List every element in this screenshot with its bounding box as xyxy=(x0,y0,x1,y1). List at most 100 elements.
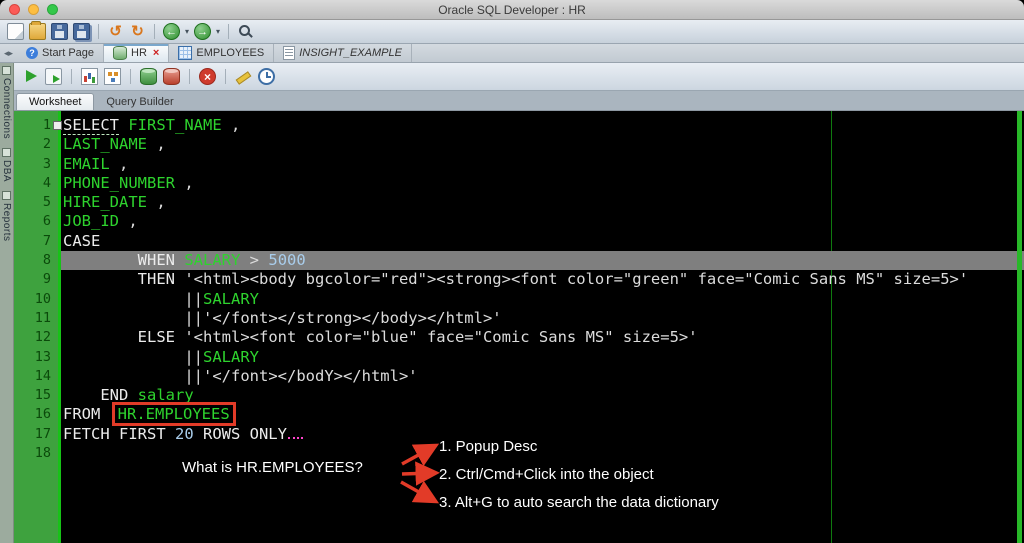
window-title: Oracle SQL Developer : HR xyxy=(438,2,586,17)
app-window: Oracle SQL Developer : HR ▾▾ ◂▸ Start Pa… xyxy=(0,0,1024,543)
redo-icon[interactable] xyxy=(129,21,146,40)
minimize-window-icon[interactable] xyxy=(28,4,39,15)
worksheet-panel: Worksheet Query Builder 1 SELECT FIRST_NA… xyxy=(14,63,1024,543)
rollback-icon[interactable] xyxy=(163,68,180,85)
tab-worksheet[interactable]: Worksheet xyxy=(16,93,95,110)
line-number: 8 xyxy=(42,252,51,269)
code-line-11[interactable]: 11 ||'</font></strong></body></html>' xyxy=(14,309,1024,328)
line-number: 18 xyxy=(34,445,51,462)
dock-tab-dba[interactable]: DBA xyxy=(1,148,12,182)
dropdown-icon[interactable]: ▾ xyxy=(185,27,189,36)
editor-left-bar xyxy=(58,111,61,543)
cancel-icon[interactable] xyxy=(199,68,216,85)
new-file-icon[interactable] xyxy=(7,23,24,40)
line-number: 5 xyxy=(42,194,51,211)
explain-plan-icon[interactable] xyxy=(104,68,121,85)
code-line-4[interactable]: 4 PHONE_NUMBER , xyxy=(14,174,1024,193)
code-line-17[interactable]: 17 FETCH FIRST 20 ROWS ONLY xyxy=(14,425,1024,444)
code-text: LAST_NAME , xyxy=(63,135,166,154)
dock-strip: Connections DBA Reports xyxy=(0,63,14,543)
code-text: ||'</font></strong></body></html>' xyxy=(184,308,502,327)
code-line-9[interactable]: 9 THEN '<html><body bgcolor="red"><stron… xyxy=(14,270,1024,289)
zoom-window-icon[interactable] xyxy=(47,4,58,15)
code-line-5[interactable]: 5 HIRE_DATE , xyxy=(14,193,1024,212)
editor-scrollbar[interactable] xyxy=(1017,111,1022,543)
code-line-18[interactable]: 18 xyxy=(14,444,1024,463)
line-number: 11 xyxy=(34,309,51,326)
code-line-14[interactable]: 14 ||'</font></bodY></html>' xyxy=(14,367,1024,386)
dock-tab-icon xyxy=(2,191,11,201)
code-line-1[interactable]: 1 SELECT FIRST_NAME , xyxy=(14,116,1024,135)
code-line-12[interactable]: 12 ELSE '<html><font color="blue" face="… xyxy=(14,328,1024,347)
search-db-icon[interactable] xyxy=(237,23,254,40)
line-number: 15 xyxy=(34,387,51,404)
open-folder-icon[interactable] xyxy=(29,21,46,40)
undo-icon[interactable] xyxy=(107,21,124,40)
dock-tab-reports[interactable]: Reports xyxy=(1,191,12,242)
worksheet-tab-row: Worksheet Query Builder xyxy=(14,91,1024,111)
code-line-16[interactable]: 16 FROM HR.EMPLOYEES xyxy=(14,402,1024,427)
code-text: ||'</font></bodY></html>' xyxy=(184,366,418,385)
code-line-6[interactable]: 6 JOB_ID , xyxy=(14,212,1024,231)
tab-label: EMPLOYEES xyxy=(196,47,265,59)
close-tab-icon[interactable]: × xyxy=(153,47,159,59)
tab-list-icon[interactable]: ◂▸ xyxy=(0,44,17,62)
code-text: ||SALARY xyxy=(184,347,259,366)
fold-marker-icon[interactable] xyxy=(53,121,62,130)
dock-tab-label: DBA xyxy=(1,160,12,183)
main-toolbar: ▾▾ xyxy=(0,20,1024,44)
run-statement-icon[interactable] xyxy=(22,68,39,85)
close-window-icon[interactable] xyxy=(9,4,20,15)
back-icon[interactable] xyxy=(163,23,180,40)
line-number: 1 xyxy=(42,117,51,133)
sql-editor[interactable]: 1 SELECT FIRST_NAME , 2 LAST_NAME , 3 EMAIL ,… xyxy=(14,111,1024,543)
code-line-10[interactable]: 10 ||SALARY xyxy=(14,290,1024,309)
run-script-icon[interactable] xyxy=(45,68,62,85)
code-text: THEN '<html><body bgcolor="red"><strong>… xyxy=(137,270,969,289)
tab-insight-example[interactable]: INSIGHT_EXAMPLE xyxy=(274,44,412,62)
code-lines: 1 SELECT FIRST_NAME , 2 LAST_NAME , 3 EMAIL ,… xyxy=(14,111,1024,543)
code-text: ||SALARY xyxy=(184,289,259,308)
dropdown-icon[interactable]: ▾ xyxy=(216,27,220,36)
code-text: PHONE_NUMBER , xyxy=(63,173,194,192)
database-icon xyxy=(113,46,128,60)
dock-tab-connections[interactable]: Connections xyxy=(1,66,12,139)
tab-hr[interactable]: HR × xyxy=(104,44,170,62)
code-line-7[interactable]: 7 CASE xyxy=(14,232,1024,251)
toolbar-separator xyxy=(228,24,230,39)
document-tab-bar: ◂▸ Start Page HR × EMPLOYEES INSIGHT_EXA… xyxy=(0,44,1024,63)
dock-tab-label: Reports xyxy=(1,203,12,242)
save-icon[interactable] xyxy=(51,23,68,40)
history-icon[interactable] xyxy=(258,68,275,85)
autotrace-icon[interactable] xyxy=(81,68,98,85)
line-number: 4 xyxy=(42,174,51,191)
clear-icon[interactable] xyxy=(235,68,252,85)
toolbar-separator xyxy=(130,69,131,84)
tab-start-page[interactable]: Start Page xyxy=(17,44,105,62)
toolbar-separator xyxy=(189,69,190,84)
code-text: CASE xyxy=(63,231,101,250)
window-controls xyxy=(9,4,58,15)
forward-icon[interactable] xyxy=(194,23,212,40)
code-text: WHEN SALARY > 5000 xyxy=(58,251,1024,271)
line-number: 14 xyxy=(34,367,51,384)
toolbar-separator xyxy=(225,69,226,84)
code-line-3[interactable]: 3 EMAIL , xyxy=(14,155,1024,174)
content-area: Connections DBA Reports Worksheet Query Bu… xyxy=(0,63,1024,543)
tab-label: Start Page xyxy=(42,47,95,59)
commit-icon[interactable] xyxy=(140,68,157,85)
code-line-8[interactable]: 8 WHEN SALARY > 5000 xyxy=(14,251,1024,271)
toolbar-separator xyxy=(154,24,155,39)
code-text: HIRE_DATE , xyxy=(63,193,166,212)
code-text: JOB_ID , xyxy=(63,212,138,231)
tab-employees[interactable]: EMPLOYEES xyxy=(169,44,275,62)
title-bar: Oracle SQL Developer : HR xyxy=(0,0,1024,20)
tab-query-builder[interactable]: Query Builder xyxy=(94,94,185,110)
line-number: 16 xyxy=(34,406,51,423)
code-line-2[interactable]: 2 LAST_NAME , xyxy=(14,135,1024,154)
code-line-13[interactable]: 13 ||SALARY xyxy=(14,348,1024,367)
toolbar-separator xyxy=(71,69,72,84)
main-toolbar-icons: ▾▾ xyxy=(7,21,254,40)
dock-tab-label: Connections xyxy=(1,78,12,140)
save-all-icon[interactable] xyxy=(73,23,90,40)
